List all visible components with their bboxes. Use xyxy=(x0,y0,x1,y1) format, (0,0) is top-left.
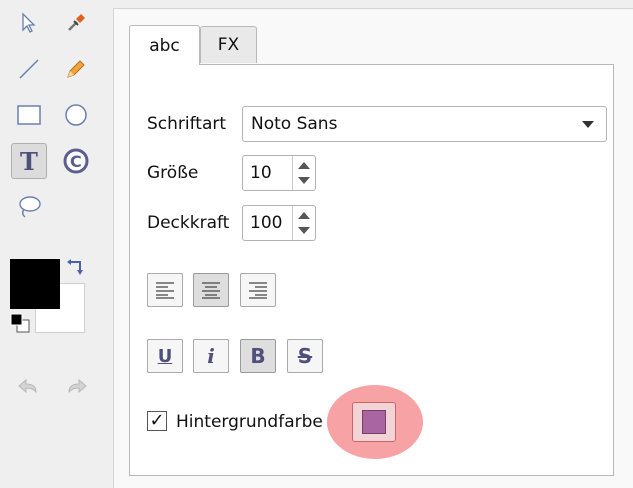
underline-button[interactable]: U xyxy=(147,339,183,373)
lasso-icon[interactable] xyxy=(12,190,46,224)
opacity-stepper-buttons[interactable] xyxy=(292,206,315,240)
background-color-preview xyxy=(362,410,386,434)
chevron-up-icon[interactable] xyxy=(298,162,310,169)
align-right-icon xyxy=(249,282,267,299)
background-color-button[interactable] xyxy=(352,402,396,442)
chevron-down-icon xyxy=(582,121,594,128)
font-select[interactable]: Noto Sans xyxy=(242,106,607,142)
underline-icon: U xyxy=(157,345,173,367)
toolbox: T C xyxy=(0,0,110,488)
foreground-color-swatch[interactable] xyxy=(10,259,60,309)
tab-text[interactable]: abc xyxy=(129,25,200,65)
italic-button[interactable]: i xyxy=(193,339,229,373)
chevron-down-icon[interactable] xyxy=(298,177,310,184)
strikethrough-button[interactable]: S xyxy=(287,339,323,373)
font-label: Schriftart xyxy=(147,114,227,134)
opacity-value: 100 xyxy=(250,213,283,233)
swap-colors-icon[interactable] xyxy=(66,258,86,282)
bold-icon: B xyxy=(250,344,266,368)
background-color-label: Hintergrundfarbe xyxy=(176,412,323,432)
chevron-down-icon[interactable] xyxy=(298,227,310,234)
font-select-value: Noto Sans xyxy=(251,114,338,134)
opacity-label: Deckkraft xyxy=(147,213,230,233)
svg-text:C: C xyxy=(70,152,82,171)
align-left-icon xyxy=(156,282,174,299)
italic-icon: i xyxy=(207,344,215,368)
chevron-up-icon[interactable] xyxy=(298,212,310,219)
pencil-icon[interactable] xyxy=(59,52,93,86)
line-icon[interactable] xyxy=(12,52,46,86)
rectangle-icon[interactable] xyxy=(12,98,46,132)
size-value: 10 xyxy=(250,163,272,183)
ellipse-icon[interactable] xyxy=(59,98,93,132)
size-spinner[interactable]: 10 xyxy=(242,155,316,191)
opacity-spinner[interactable]: 100 xyxy=(242,205,316,241)
svg-text:T: T xyxy=(20,148,38,174)
undo-icon[interactable] xyxy=(12,370,46,404)
reset-colors-icon[interactable] xyxy=(10,313,32,339)
bold-button[interactable]: B xyxy=(240,339,276,373)
text-icon[interactable]: T xyxy=(11,143,47,179)
copyright-stamp-icon[interactable]: C xyxy=(59,144,93,178)
align-right-button[interactable] xyxy=(240,273,276,307)
align-center-button[interactable] xyxy=(193,273,229,307)
size-stepper-buttons[interactable] xyxy=(292,156,315,190)
select-arrow-icon[interactable] xyxy=(12,6,46,40)
tab-effects[interactable]: FX xyxy=(200,26,257,63)
redo-icon[interactable] xyxy=(59,370,93,404)
eyedropper-icon[interactable] xyxy=(59,6,93,40)
align-left-button[interactable] xyxy=(147,273,183,307)
align-center-icon xyxy=(202,282,220,299)
strikethrough-icon: S xyxy=(297,344,313,368)
background-color-checkbox[interactable]: ✓ xyxy=(147,411,167,431)
size-label: Größe xyxy=(147,163,199,183)
